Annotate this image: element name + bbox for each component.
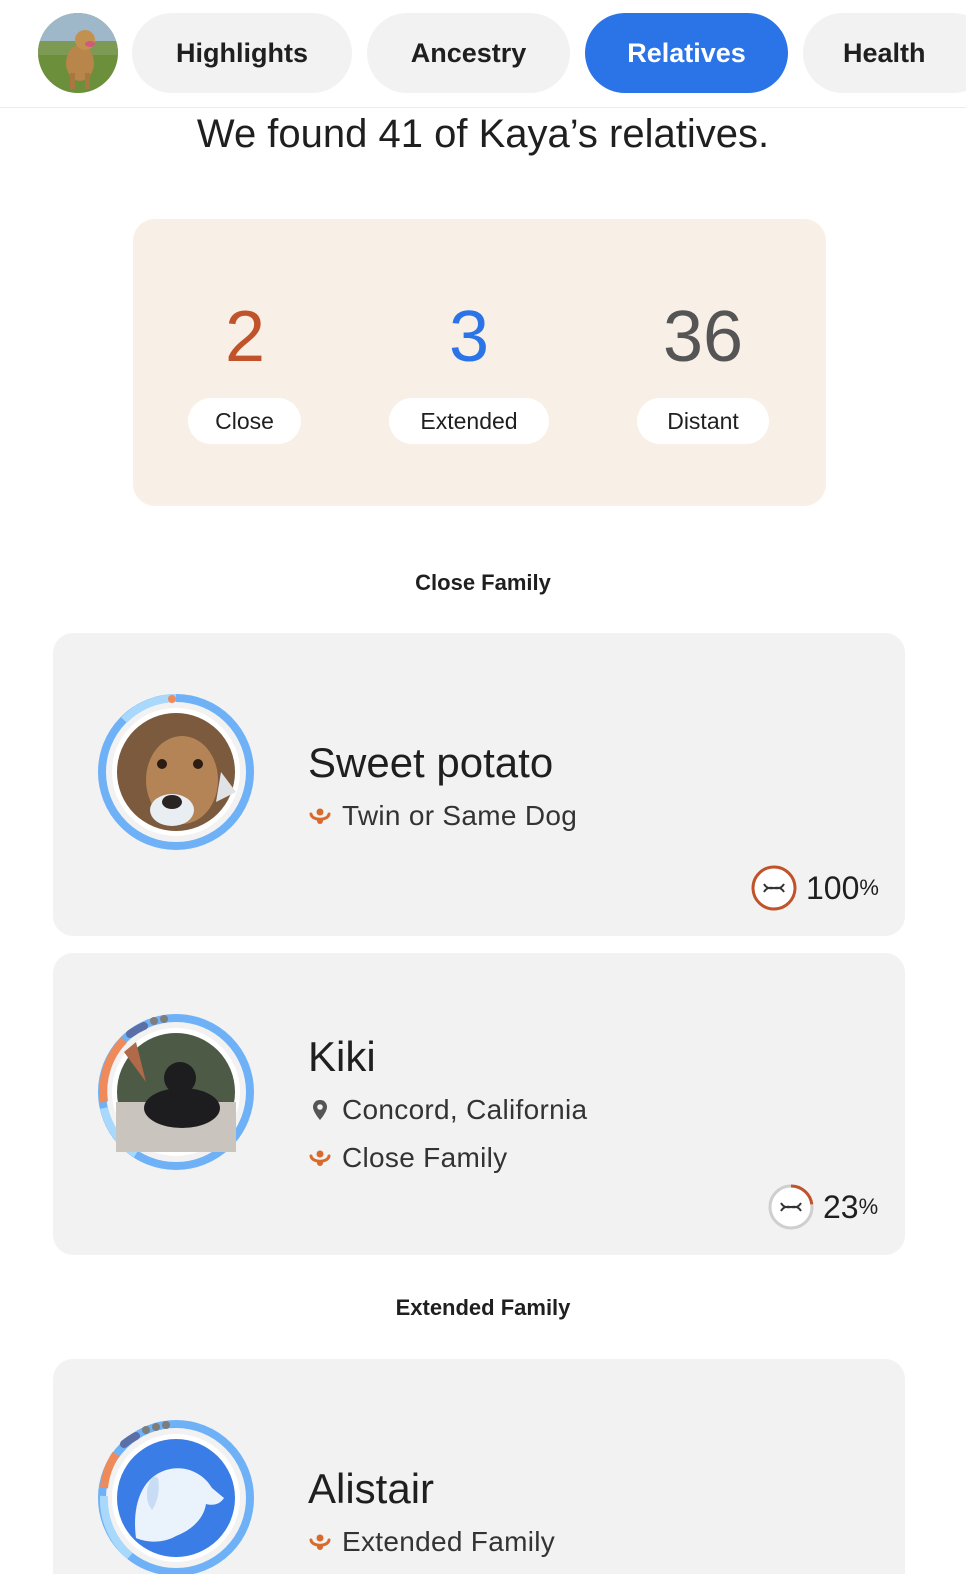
shared-dna-value: 100: [806, 869, 860, 906]
distant-count: 36: [662, 297, 744, 377]
paw-icon: [309, 808, 331, 824]
relationship-row: Close Family: [308, 1142, 507, 1174]
relative-card[interactable]: Alistair Extended Family: [53, 1359, 905, 1574]
relationship-row: Extended Family: [308, 1526, 555, 1558]
relative-name: Kiki: [308, 1033, 376, 1080]
shared-dna-unit: %: [858, 1194, 879, 1219]
extended-count: 3: [448, 297, 490, 377]
section-title-extended-family: Extended Family: [395, 1295, 571, 1320]
distant-label: Distant: [637, 398, 769, 444]
tab-ancestry[interactable]: Ancestry: [367, 13, 570, 93]
close-label: Close: [188, 398, 301, 444]
relative-avatar: [98, 1014, 254, 1170]
paw-icon: [309, 1150, 331, 1166]
section-title-close-family: Close Family: [415, 570, 551, 595]
shared-dna-value: 23: [823, 1188, 859, 1225]
dna-icon: [768, 1184, 814, 1230]
shared-dna: 23%: [767, 1183, 878, 1231]
profile-avatar[interactable]: [38, 13, 118, 93]
shared-dna: 100%: [750, 864, 879, 912]
relative-name: Alistair: [308, 1465, 435, 1512]
location-label: Concord, California: [342, 1094, 588, 1125]
tab-highlights[interactable]: Highlights: [132, 13, 352, 93]
location-row: Concord, California: [308, 1094, 587, 1126]
close-count: 2: [224, 297, 266, 377]
tab-health[interactable]: Health: [803, 13, 966, 93]
top-navigation: Highlights Ancestry Relatives Health: [0, 0, 966, 108]
relative-avatar: [98, 694, 254, 850]
relationship-label: Twin or Same Dog: [342, 800, 578, 831]
relative-card[interactable]: Sweet potato Twin or Same Dog 100%: [53, 633, 905, 936]
shared-dna-unit: %: [859, 875, 879, 900]
paw-icon: [309, 1534, 331, 1550]
dna-icon: [751, 865, 797, 911]
relatives-summary-card: 2 Close 3 Extended 36 Distant: [133, 219, 826, 506]
page-headline: We found 41 of Kaya’s relatives.: [196, 112, 770, 156]
extended-label: Extended: [389, 398, 549, 444]
relationship-label: Extended Family: [342, 1526, 556, 1557]
relative-card[interactable]: Kiki Concord, California Close Family 23…: [53, 953, 905, 1255]
location-pin-icon: [313, 1100, 327, 1120]
relationship-label: Close Family: [342, 1142, 508, 1173]
dog-photo-icon: [38, 13, 118, 93]
relative-name: Sweet potato: [308, 739, 554, 786]
relative-avatar: [98, 1420, 254, 1574]
relationship-row: Twin or Same Dog: [308, 800, 577, 832]
tab-relatives[interactable]: Relatives: [585, 13, 788, 93]
